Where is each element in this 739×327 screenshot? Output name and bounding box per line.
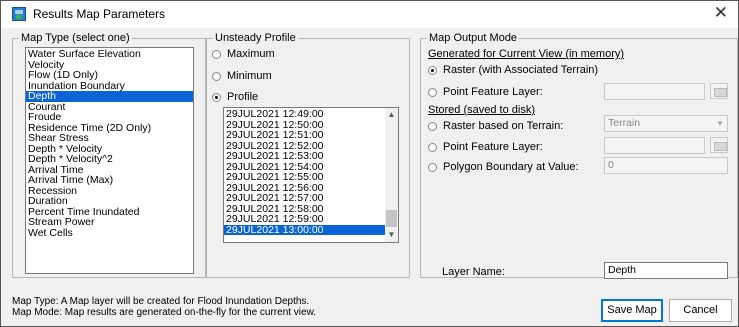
raster-terrain-label: Raster based on Terrain: bbox=[443, 120, 564, 132]
profile-time-item[interactable]: 29JUL2021 12:53:00 bbox=[224, 151, 385, 162]
stored-header: Stored (saved to disk) bbox=[428, 104, 535, 116]
maximum-label: Maximum bbox=[227, 48, 275, 60]
profile-time-item[interactable]: 29JUL2021 12:57:00 bbox=[224, 193, 385, 204]
profile-time-list[interactable]: 29JUL2021 12:49:00 29JUL2021 12:50:00 29JU… bbox=[223, 107, 399, 243]
terrain-select-value: Terrain bbox=[608, 117, 641, 129]
close-icon[interactable]: ✕ bbox=[714, 3, 728, 23]
layer-name-label: Layer Name: bbox=[442, 266, 505, 278]
point-feature-field-2[interactable] bbox=[604, 137, 705, 154]
raster-associated-radio[interactable]: Raster (with Associated Terrain) bbox=[428, 64, 598, 76]
window-title: Results Map Parameters bbox=[33, 7, 166, 21]
raster-associated-label: Raster (with Associated Terrain) bbox=[443, 64, 599, 76]
map-type-item[interactable]: Duration bbox=[26, 196, 193, 207]
profile-time-item[interactable]: 29JUL2021 12:59:00 bbox=[224, 214, 385, 225]
minimum-radio[interactable]: Minimum bbox=[212, 70, 272, 82]
point-feature-radio-1[interactable]: Point Feature Layer: bbox=[428, 86, 543, 98]
raster-terrain-radio[interactable]: Raster based on Terrain: bbox=[428, 120, 563, 132]
save-map-button[interactable]: Save Map bbox=[601, 299, 663, 322]
unsteady-profile-legend: Unsteady Profile bbox=[215, 32, 296, 44]
polygon-boundary-radio[interactable]: Polygon Boundary at Value: bbox=[428, 161, 579, 173]
layer-name-input[interactable]: Depth bbox=[604, 262, 728, 279]
map-type-list[interactable]: Water Surface Elevation Velocity Flow (1D … bbox=[25, 47, 194, 274]
scroll-down-icon[interactable]: ▼ bbox=[385, 230, 398, 239]
profile-time-item[interactable]: 29JUL2021 12:55:00 bbox=[224, 172, 385, 183]
scroll-up-icon[interactable]: ▲ bbox=[385, 110, 398, 119]
point-feature-radio-button-1[interactable] bbox=[428, 87, 437, 97]
chevron-down-icon[interactable]: ▼ bbox=[713, 116, 727, 131]
map-type-item[interactable]: Depth bbox=[26, 91, 193, 102]
polygon-boundary-label: Polygon Boundary at Value: bbox=[443, 161, 579, 173]
map-type-item[interactable]: Shear Stress bbox=[26, 133, 193, 144]
folder-open-icon[interactable] bbox=[710, 83, 728, 99]
map-type-item[interactable]: Flow (1D Only) bbox=[26, 70, 193, 81]
profile-radio[interactable]: Profile bbox=[212, 91, 258, 103]
profile-radio-button[interactable] bbox=[212, 92, 221, 102]
profile-time-scrollbar[interactable]: ▲ ▼ bbox=[385, 108, 398, 242]
profile-time-item[interactable]: 29JUL2021 13:00:00 bbox=[224, 224, 385, 235]
map-mode-description: Map Mode: Map results are generated on-t… bbox=[12, 307, 317, 318]
point-feature-radio-button-2[interactable] bbox=[428, 142, 437, 152]
map-type-item[interactable]: Depth * Velocity^2 bbox=[26, 154, 193, 165]
map-type-item[interactable]: Water Surface Elevation bbox=[26, 49, 193, 60]
maximum-radio-button[interactable] bbox=[212, 49, 221, 59]
polygon-value-field[interactable]: 0 bbox=[604, 157, 728, 174]
profile-time-item[interactable]: 29JUL2021 12:51:00 bbox=[224, 130, 385, 141]
profile-time-item[interactable]: 29JUL2021 12:49:00 bbox=[224, 109, 385, 120]
map-type-item[interactable]: Stream Power bbox=[26, 217, 193, 228]
results-map-icon bbox=[12, 7, 26, 21]
cancel-button[interactable]: Cancel bbox=[669, 299, 732, 322]
profile-label: Profile bbox=[227, 91, 259, 103]
title-bar: Results Map Parameters ✕ bbox=[1, 1, 738, 28]
results-map-parameters-dialog: Results Map Parameters ✕ Map Type (selec… bbox=[0, 0, 739, 327]
generated-header: Generated for Current View (in memory) bbox=[428, 48, 625, 60]
point-feature-radio-2[interactable]: Point Feature Layer: bbox=[428, 141, 543, 153]
map-type-legend: Map Type (select one) bbox=[21, 32, 130, 44]
maximum-radio[interactable]: Maximum bbox=[212, 48, 275, 60]
polygon-boundary-radio-button[interactable] bbox=[428, 162, 437, 172]
folder-open-icon[interactable] bbox=[710, 137, 728, 153]
map-type-item[interactable]: Froude bbox=[26, 112, 193, 123]
map-type-item[interactable]: Wet Cells bbox=[26, 227, 193, 239]
map-output-mode-legend: Map Output Mode bbox=[429, 32, 518, 44]
raster-terrain-radio-button[interactable] bbox=[428, 121, 437, 131]
minimum-radio-button[interactable] bbox=[212, 71, 221, 81]
map-type-item[interactable]: Arrival Time (Max) bbox=[26, 175, 193, 186]
minimum-label: Minimum bbox=[227, 70, 272, 82]
raster-associated-radio-button[interactable] bbox=[428, 65, 437, 75]
point-feature-label-2: Point Feature Layer: bbox=[443, 141, 543, 153]
scroll-thumb[interactable] bbox=[386, 210, 397, 227]
terrain-select[interactable]: Terrain ▼ bbox=[604, 115, 728, 132]
profile-time-items: 29JUL2021 12:49:00 29JUL2021 12:50:00 29JU… bbox=[224, 109, 385, 235]
map-type-description: Map Type: A Map layer will be created fo… bbox=[12, 296, 310, 307]
point-feature-field-1[interactable] bbox=[604, 83, 705, 100]
point-feature-label-1: Point Feature Layer: bbox=[443, 86, 543, 98]
